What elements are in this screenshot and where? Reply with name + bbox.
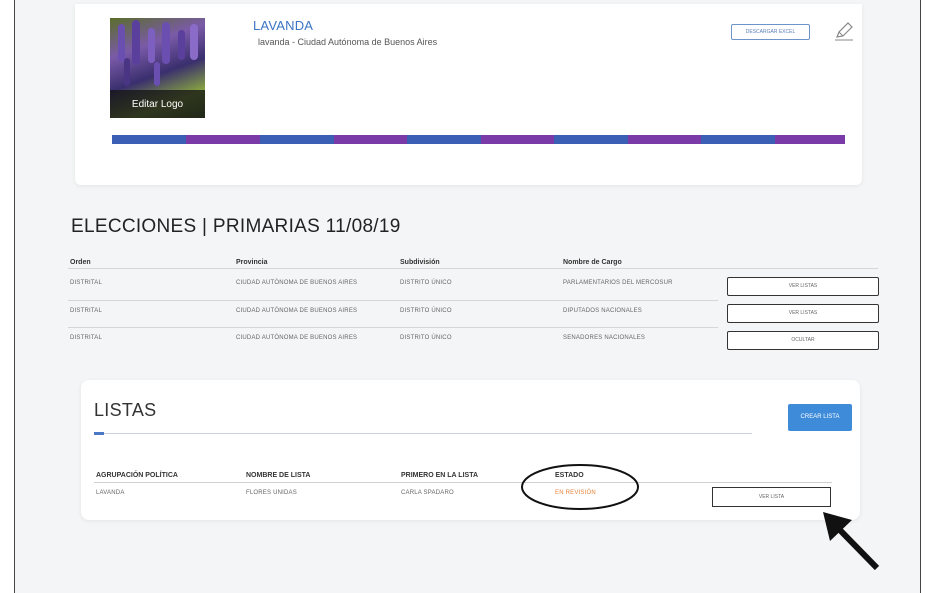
list-agrupacion: LAVANDA (96, 490, 125, 496)
election-orden: DISTRITAL (70, 335, 103, 341)
listas-divider (94, 433, 752, 434)
column-header-nombre-lista: NOMBRE DE LISTA (246, 472, 311, 479)
column-header-agrupacion: AGRUPACIÓN POLÍTICA (96, 472, 178, 479)
organization-subtitle: lavanda - Ciudad Autónoma de Buenos Aire… (258, 37, 438, 47)
election-subdivision: DISTRITO ÚNICO (400, 308, 452, 314)
column-header-provincia: Provincia (236, 259, 268, 266)
election-provincia: CIUDAD AUTÓNOMA DE BUENOS AIRES (236, 308, 358, 314)
create-list-button[interactable]: CREAR LISTA (788, 404, 852, 431)
edit-logo-button[interactable]: Editar Logo (110, 90, 205, 118)
column-header-estado: ESTADO (555, 472, 584, 479)
table-divider (68, 327, 718, 328)
election-provincia: CIUDAD AUTÓNOMA DE BUENOS AIRES (236, 280, 358, 286)
organization-name: LAVANDA (253, 18, 314, 33)
table-divider (68, 300, 718, 301)
election-provincia: CIUDAD AUTÓNOMA DE BUENOS AIRES (236, 335, 358, 341)
elections-title: ELECCIONES | PRIMARIAS 11/08/19 (71, 216, 401, 237)
pencil-icon[interactable] (833, 20, 855, 42)
election-cargo: PARLAMENTARIOS DEL MERCOSUR (563, 280, 673, 286)
list-nombre: FLORES UNIDAS (246, 490, 297, 496)
listas-table-divider (94, 482, 832, 483)
table-divider (68, 268, 878, 269)
column-header-orden: Orden (70, 259, 91, 266)
listas-title: LISTAS (94, 400, 157, 420)
election-orden: DISTRITAL (70, 280, 103, 286)
list-estado-badge: EN REVISIÓN (555, 490, 596, 496)
column-header-subdivision: Subdivisión (400, 259, 440, 266)
ocultar-button[interactable]: OCULTAR (727, 331, 879, 350)
column-header-cargo: Nombre de Cargo (563, 259, 622, 266)
list-primero: CARLA SPADARO (401, 490, 454, 496)
ver-listas-button[interactable]: VER LISTAS (727, 277, 879, 296)
progress-bar (112, 135, 845, 144)
column-header-primero: PRIMERO EN LA LISTA (401, 472, 478, 479)
election-subdivision: DISTRITO ÚNICO (400, 335, 452, 341)
election-cargo: DIPUTADOS NACIONALES (563, 308, 642, 314)
ver-lista-button[interactable]: VER LISTA (712, 487, 831, 507)
download-excel-button[interactable]: DESCARGAR EXCEL (731, 24, 810, 40)
listas-divider-accent (94, 432, 104, 435)
ver-listas-button[interactable]: VER LISTAS (727, 304, 879, 323)
election-orden: DISTRITAL (70, 308, 103, 314)
election-subdivision: DISTRITO ÚNICO (400, 280, 452, 286)
organization-logo[interactable]: Editar Logo (110, 18, 205, 118)
election-cargo: SENADORES NACIONALES (563, 335, 646, 341)
